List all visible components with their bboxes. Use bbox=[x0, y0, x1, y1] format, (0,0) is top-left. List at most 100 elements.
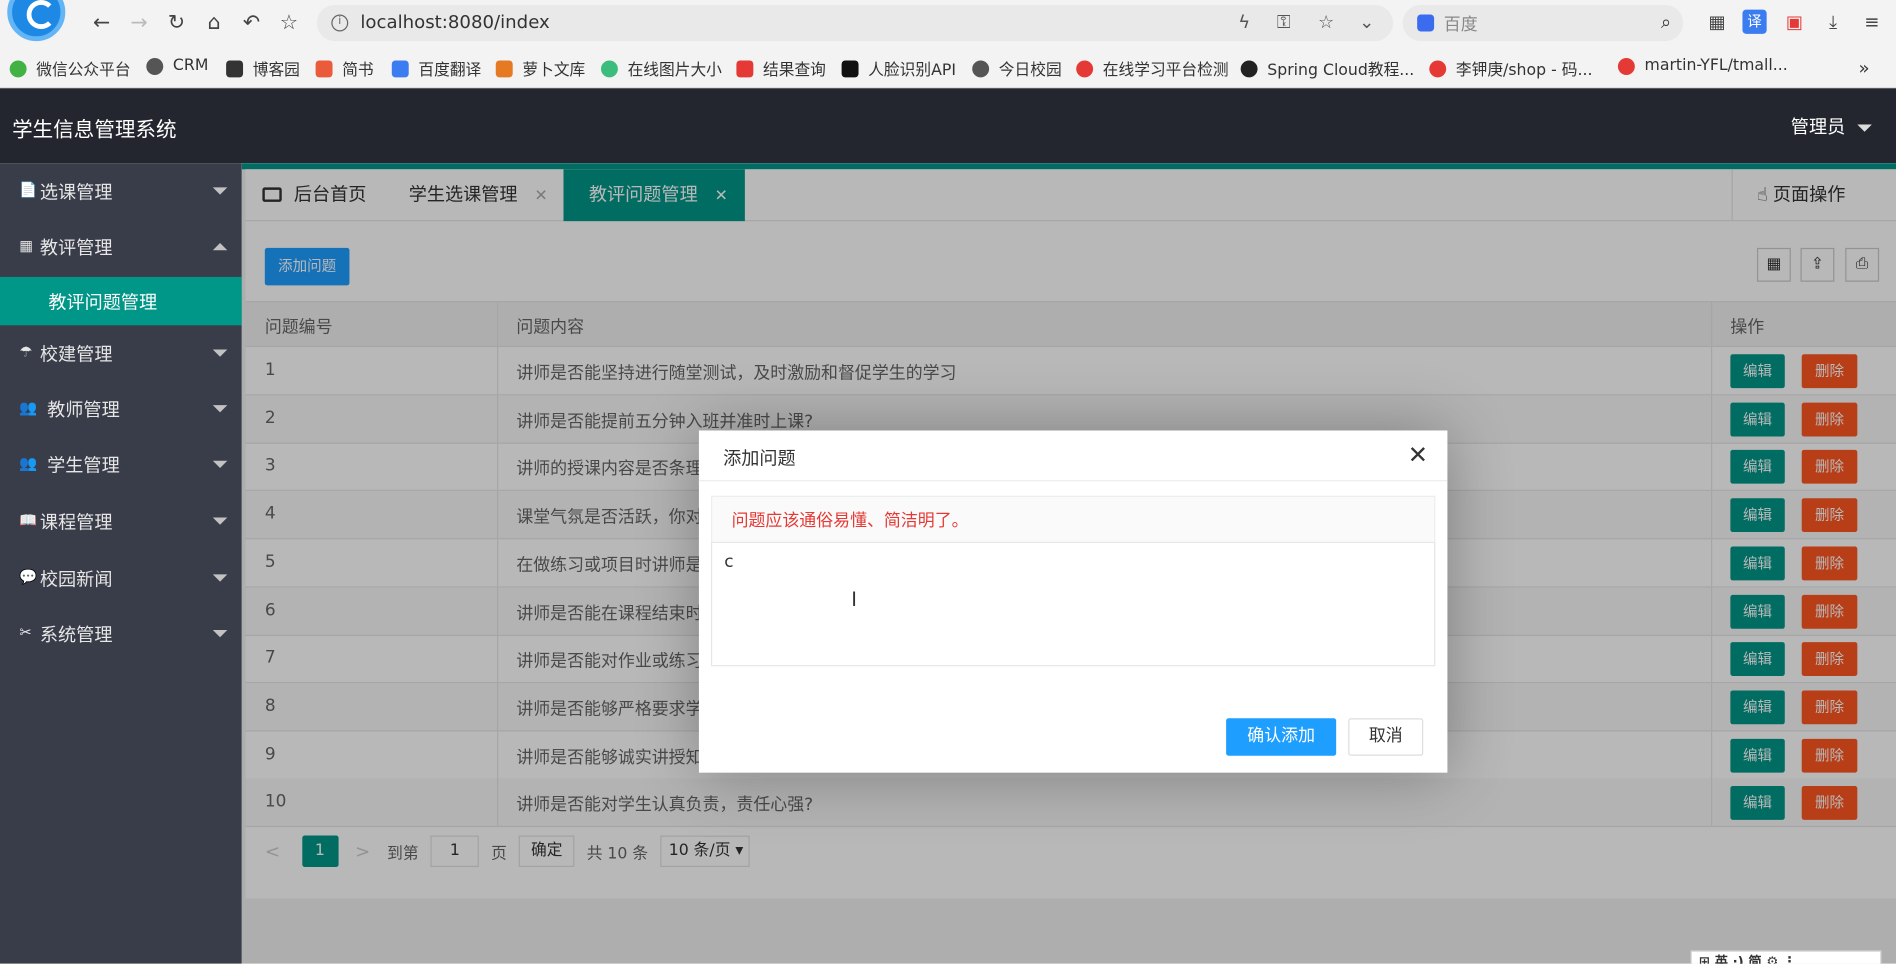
pdf-icon[interactable]: ▣ bbox=[1782, 10, 1806, 34]
forward-icon[interactable]: → bbox=[126, 10, 153, 37]
sidebar-item-teachers[interactable]: 👥 教师管理 bbox=[0, 381, 242, 437]
browser-toolbar: ← → ↻ ⌂ ↶ ☆ i localhost:8080/index ϟ ⚿ ☆… bbox=[0, 0, 1896, 46]
user-menu[interactable]: 管理员 bbox=[1791, 114, 1872, 139]
bookmark[interactable]: Spring Cloud教程... bbox=[1240, 57, 1414, 80]
sidebar-item-label: 课程管理 bbox=[39, 511, 113, 534]
bookmark-icon bbox=[1076, 59, 1094, 77]
sidebar-item-label: 学生管理 bbox=[47, 454, 120, 477]
search-box[interactable]: 百度 ⌕ bbox=[1402, 4, 1684, 42]
bookmark-label: 博客园 bbox=[252, 61, 300, 80]
home-icon[interactable]: ⌂ bbox=[201, 10, 228, 37]
apps-grid-icon[interactable]: ▦ bbox=[1705, 10, 1729, 34]
translate-icon[interactable]: 译 bbox=[1742, 9, 1767, 34]
reload-icon[interactable]: ↻ bbox=[163, 10, 190, 37]
baidu-icon bbox=[1417, 14, 1435, 32]
table-icon: ▦ bbox=[19, 237, 34, 254]
bookmark-icon bbox=[736, 59, 754, 77]
lightning-icon[interactable]: ϟ bbox=[1238, 11, 1250, 33]
sidebar-item-courses[interactable]: 📖 课程管理 bbox=[0, 493, 242, 549]
question-textarea[interactable]: c bbox=[711, 541, 1436, 667]
tools-icon: ✂ bbox=[19, 623, 32, 641]
sidebar: 📄 选课管理 ▦ 教评管理 教评问题管理 ☂ 校建管理 👥 教师管理 👥 学生管理 📖 课程… bbox=[0, 163, 242, 964]
search-icon[interactable]: ⌕ bbox=[1661, 11, 1671, 33]
sidebar-item-label: 校建管理 bbox=[39, 343, 113, 366]
sidebar-item-campus-building[interactable]: ☂ 校建管理 bbox=[0, 325, 242, 381]
bookmark[interactable]: 博客园 bbox=[226, 57, 300, 80]
confirm-add-button[interactable]: 确认添加 bbox=[1226, 718, 1337, 756]
bookmark[interactable]: 人脸识别API bbox=[841, 57, 956, 80]
star-icon[interactable]: ☆ bbox=[276, 10, 303, 37]
download-icon[interactable]: ⤓ bbox=[1821, 10, 1845, 34]
menu-icon[interactable]: ≡ bbox=[1860, 10, 1884, 34]
browser-logo-icon bbox=[7, 0, 66, 42]
bookmark-icon bbox=[1617, 57, 1635, 75]
github-icon bbox=[1240, 59, 1258, 77]
address-bar[interactable]: i localhost:8080/index ϟ ⚿ ☆ ⌄ bbox=[316, 4, 1393, 42]
close-icon[interactable]: ✕ bbox=[1408, 440, 1428, 469]
cancel-button[interactable]: 取消 bbox=[1348, 718, 1424, 756]
bookmark-label: 简书 bbox=[342, 61, 374, 80]
bookmark[interactable]: 简书 bbox=[315, 57, 374, 80]
bookmark[interactable]: 今日校园 bbox=[972, 57, 1062, 80]
bookmark[interactable]: 在线图片大小 bbox=[600, 57, 722, 80]
more-bookmarks-icon[interactable]: » bbox=[1859, 57, 1870, 79]
bookmark[interactable]: 百度翻译 bbox=[391, 57, 482, 80]
bookmark-label: 在线学习平台检测 bbox=[1102, 61, 1229, 80]
sidebar-item-system[interactable]: ✂ 系统管理 bbox=[0, 606, 242, 662]
chevron-down-icon[interactable]: ⌄ bbox=[1359, 11, 1374, 33]
undo-icon[interactable]: ↶ bbox=[238, 10, 265, 37]
users-icon: 👥 bbox=[19, 454, 38, 472]
caret-down-icon bbox=[212, 460, 228, 468]
sidebar-item-label: 教师管理 bbox=[47, 399, 120, 421]
bookmark-label: 在线图片大小 bbox=[627, 61, 722, 80]
sidebar-item-students[interactable]: 👥 学生管理 bbox=[0, 437, 242, 493]
ime-toolbar[interactable]: ⊞ 英 ·) 简 ⚙ ⋮ bbox=[1690, 950, 1882, 964]
document-icon: 📄 bbox=[19, 181, 38, 199]
bookmark[interactable]: 李钾庚/shop - 码... bbox=[1429, 57, 1592, 80]
site-info-icon[interactable]: i bbox=[331, 14, 349, 32]
address-url[interactable]: localhost:8080/index bbox=[360, 11, 549, 33]
dialog-header: 添加问题 ✕ bbox=[698, 430, 1448, 482]
bookmark-icon bbox=[495, 59, 513, 77]
bookmark-icon bbox=[226, 59, 244, 77]
bookmark-icon bbox=[1429, 59, 1447, 77]
bookmark[interactable]: martin-YFL/tmall... bbox=[1617, 56, 1788, 75]
browser-window: ← → ↻ ⌂ ↶ ☆ i localhost:8080/index ϟ ⚿ ☆… bbox=[0, 0, 1896, 964]
bookmark-label: 萝卜文库 bbox=[522, 61, 586, 80]
app-title: 学生信息管理系统 bbox=[12, 118, 177, 143]
bookmark-label: martin-YFL/tmall... bbox=[1644, 56, 1788, 75]
sidebar-item-evaluation[interactable]: ▦ 教评管理 bbox=[0, 219, 242, 275]
bookmark[interactable]: 萝卜文库 bbox=[495, 57, 586, 80]
key-icon[interactable]: ⚿ bbox=[1277, 11, 1291, 33]
caret-down-icon bbox=[212, 349, 228, 357]
back-icon[interactable]: ← bbox=[88, 10, 115, 37]
bookmark[interactable]: 在线学习平台检测 bbox=[1076, 57, 1229, 80]
sidebar-item-course-selection[interactable]: 📄 选课管理 bbox=[0, 163, 242, 219]
caret-down-icon bbox=[212, 517, 228, 525]
bookmark-icon bbox=[9, 59, 27, 77]
bookmark-label: 今日校园 bbox=[998, 61, 1062, 80]
caret-down-icon bbox=[212, 574, 228, 582]
book-icon: 📖 bbox=[19, 511, 38, 529]
bookmark-label: 李钾庚/shop - 码... bbox=[1455, 61, 1593, 80]
caret-down-icon bbox=[1857, 123, 1872, 132]
dialog-hint: 问题应该通俗易懂、简洁明了。 bbox=[711, 495, 1436, 542]
sidebar-item-label: 校园新闻 bbox=[39, 568, 113, 591]
sidebar-item-label: 教评管理 bbox=[39, 237, 113, 259]
bookmark[interactable]: CRM bbox=[146, 57, 208, 75]
caret-down-icon bbox=[212, 187, 228, 195]
chat-icon: 💬 bbox=[19, 568, 38, 586]
dialog-title: 添加问题 bbox=[723, 447, 796, 470]
bookmark[interactable]: 结果查询 bbox=[736, 57, 826, 80]
bookmark[interactable]: 微信公众平台 bbox=[9, 57, 131, 80]
sidebar-item-campus-news[interactable]: 💬 校园新闻 bbox=[0, 550, 242, 606]
sidebar-item-label: 选课管理 bbox=[39, 181, 113, 204]
search-placeholder[interactable]: 百度 bbox=[1444, 12, 1478, 36]
bookmark-label: 百度翻译 bbox=[418, 61, 482, 80]
globe-icon bbox=[146, 57, 164, 75]
favorite-star-icon[interactable]: ☆ bbox=[1318, 11, 1334, 33]
bookmark-icon bbox=[315, 59, 333, 77]
text-cursor-icon: I bbox=[851, 587, 857, 611]
sidebar-subitem-evaluation-questions[interactable]: 教评问题管理 bbox=[0, 276, 242, 326]
bookmark-label: 结果查询 bbox=[763, 61, 826, 80]
